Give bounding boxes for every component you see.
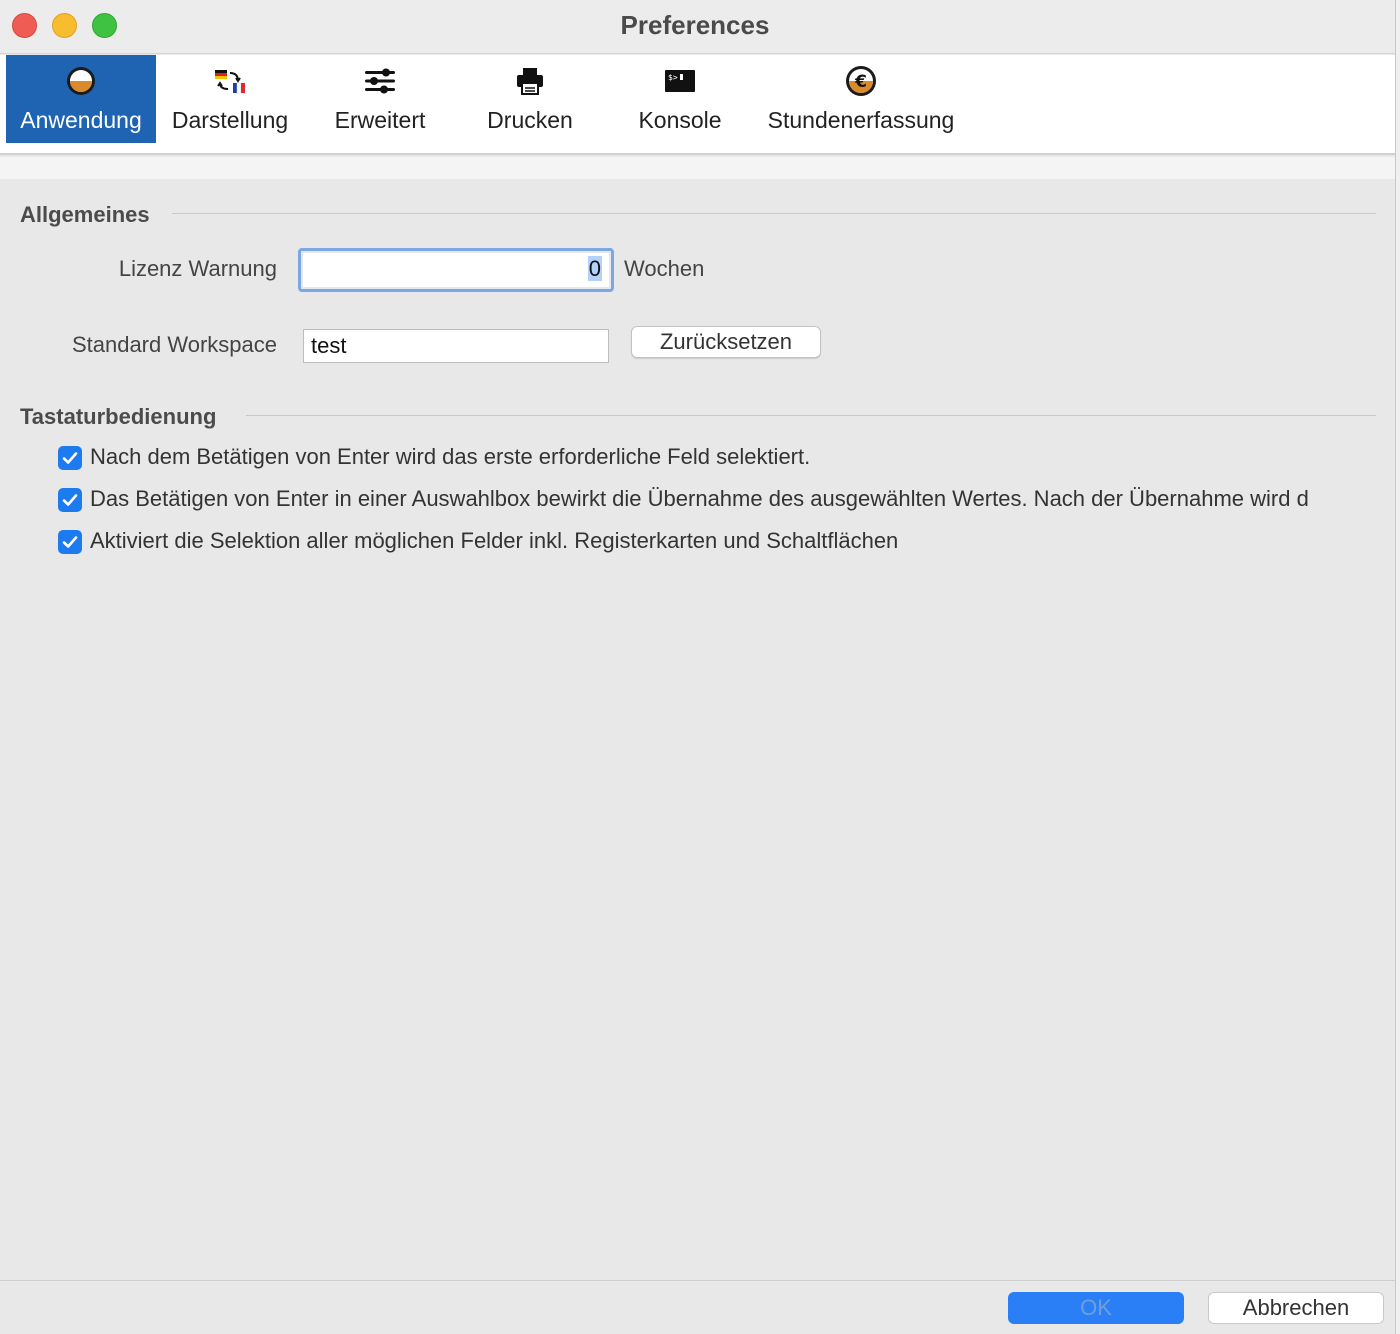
- section-heading-general: Allgemeines: [20, 202, 150, 227]
- default-workspace-input[interactable]: test: [303, 329, 609, 363]
- tab-label: Stundenerfassung: [767, 107, 955, 133]
- title-bar: Preferences: [0, 0, 1395, 54]
- select-all-fields-checkbox[interactable]: [58, 530, 82, 554]
- sliders-icon: [365, 68, 395, 94]
- cancel-button[interactable]: Abbrechen: [1208, 1292, 1384, 1324]
- tab-label: Darstellung: [171, 107, 289, 133]
- tab-label: Anwendung: [20, 107, 142, 133]
- tab-anwendung[interactable]: Anwendung: [6, 55, 156, 143]
- checkmark-icon: [62, 494, 78, 506]
- license-warning-input[interactable]: 0: [303, 253, 609, 287]
- euro-coin-icon: €: [846, 66, 876, 96]
- svg-text:$>: $>: [668, 73, 678, 82]
- terminal-icon: $>: [665, 70, 695, 92]
- section-divider: [172, 213, 1376, 214]
- section-heading-keyboard: Tastaturbedienung: [20, 404, 217, 429]
- checkbox-label: Aktiviert die Selektion aller möglichen …: [90, 528, 899, 553]
- tab-erweitert[interactable]: Erweitert: [306, 55, 454, 143]
- checkbox-label: Nach dem Betätigen von Enter wird das er…: [90, 444, 811, 469]
- ok-button[interactable]: OK: [1008, 1292, 1184, 1324]
- license-warning-label: Lizenz Warnung: [118, 256, 277, 281]
- default-workspace-label: Standard Workspace: [71, 332, 277, 357]
- reset-workspace-button[interactable]: Zurücksetzen: [631, 326, 821, 358]
- license-warning-value: 0: [587, 256, 602, 281]
- tab-drucken[interactable]: Drucken: [456, 55, 604, 143]
- svg-text:€: €: [854, 72, 867, 92]
- license-warning-unit: Wochen: [624, 256, 705, 281]
- checkmark-icon: [62, 452, 78, 464]
- preferences-toolbar: Anwendung Darstellung Erweitert Drucken …: [0, 55, 1395, 155]
- enter-apply-selection-checkbox[interactable]: [58, 488, 82, 512]
- tab-label: Erweitert: [334, 107, 426, 133]
- toolbar-divider-strip: [0, 157, 1395, 179]
- checkmark-icon: [62, 536, 78, 548]
- enter-select-first-checkbox[interactable]: [58, 446, 82, 470]
- language-flags-icon: [215, 70, 245, 94]
- printer-icon: [517, 68, 543, 95]
- tab-stundenerfassung[interactable]: € Stundenerfassung: [756, 55, 966, 143]
- checkbox-label: Das Betätigen von Enter in einer Auswahl…: [90, 486, 1309, 511]
- tab-konsole[interactable]: $> Konsole: [606, 55, 754, 143]
- preferences-window: Preferences Anwendung Darstellung Erweit…: [0, 0, 1396, 1334]
- option-clip-region: Das Betätigen von Enter in einer Auswahl…: [0, 480, 1388, 570]
- tab-label: Konsole: [638, 107, 722, 133]
- window-edge: [1396, 0, 1400, 1334]
- window-title: Preferences: [620, 10, 770, 40]
- tab-label: Drucken: [487, 107, 573, 133]
- app-toggle-icon: [67, 67, 95, 95]
- section-divider: [246, 415, 1376, 416]
- footer-divider: [0, 1280, 1395, 1281]
- tab-darstellung[interactable]: Darstellung: [156, 55, 304, 143]
